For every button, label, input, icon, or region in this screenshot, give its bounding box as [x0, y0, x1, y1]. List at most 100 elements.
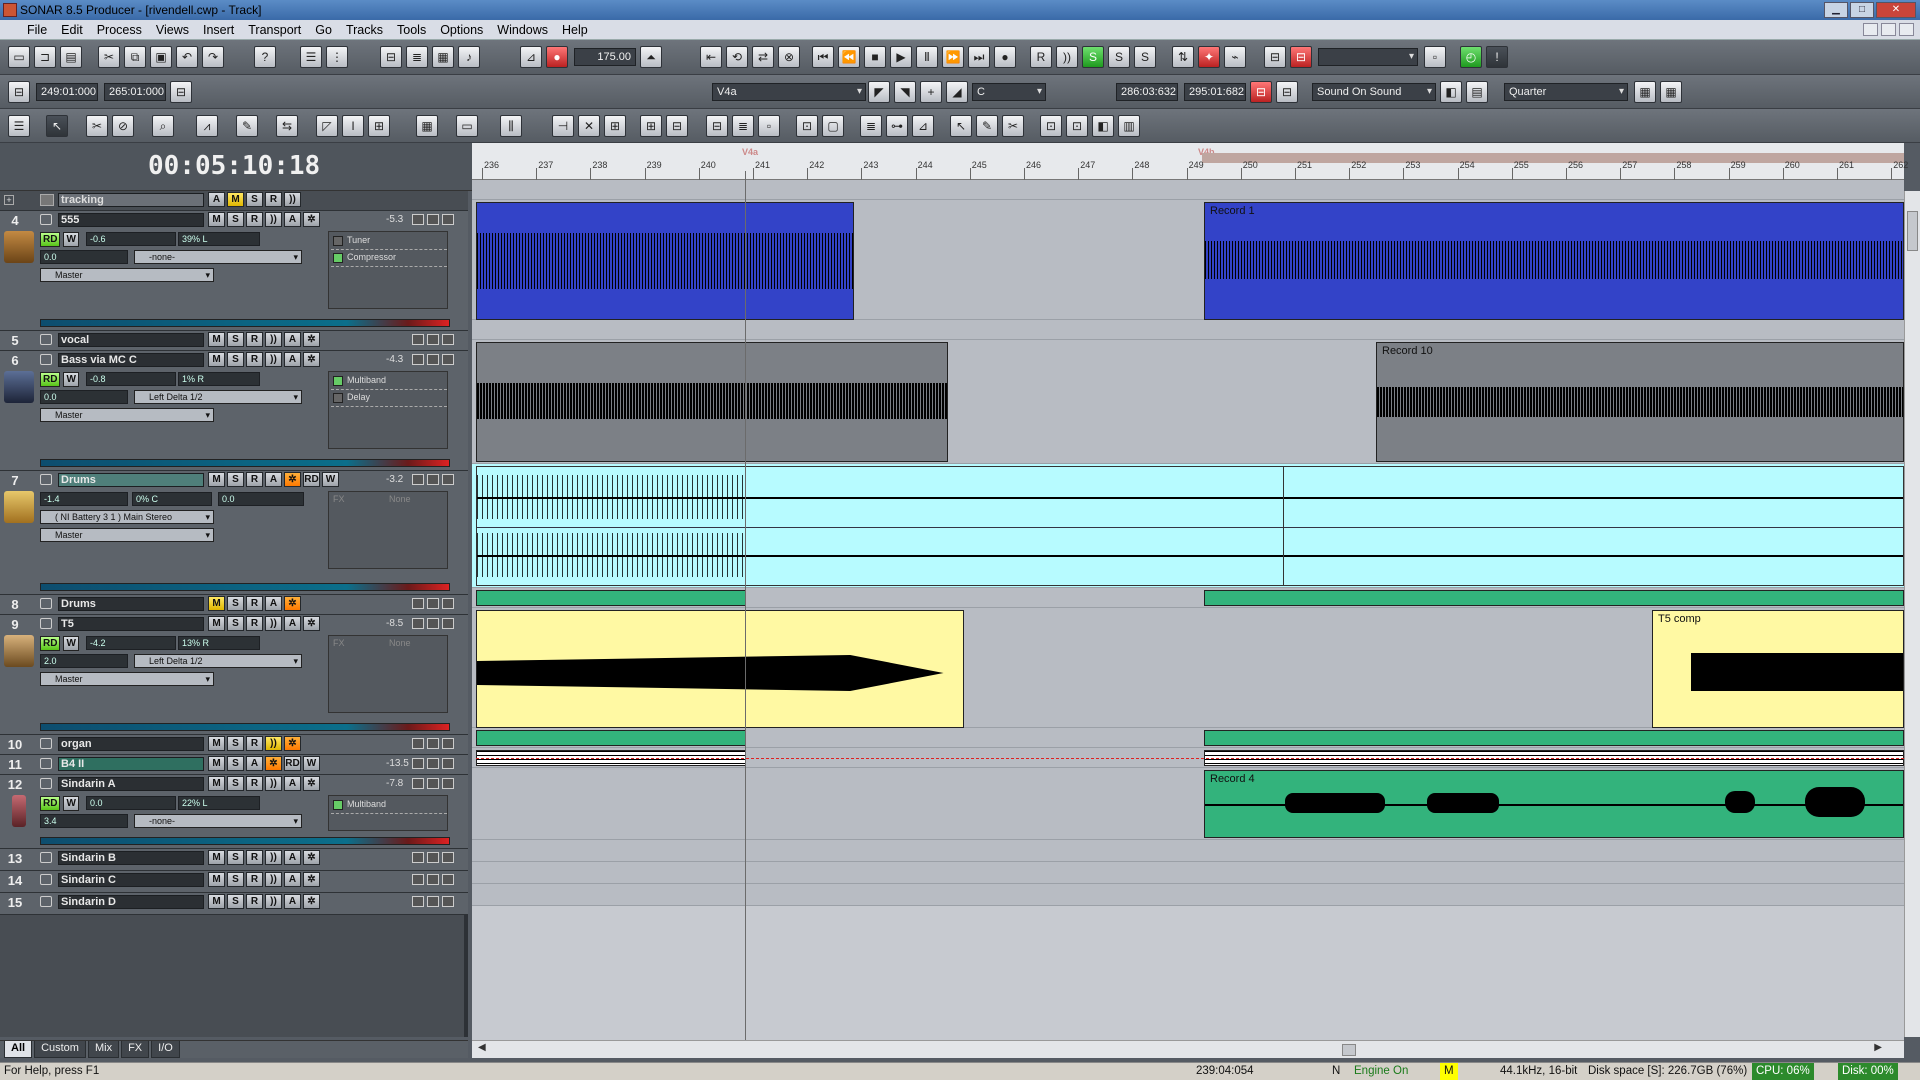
- record-button[interactable]: R: [246, 472, 263, 487]
- expand-icon[interactable]: +: [4, 195, 14, 205]
- record-options-icon[interactable]: ◧: [1440, 81, 1462, 103]
- fx-item[interactable]: Multiband: [331, 798, 447, 814]
- folder-name[interactable]: tracking: [58, 193, 204, 207]
- bus-clip[interactable]: [1204, 590, 1904, 606]
- freeze-button[interactable]: ✲: [303, 352, 320, 367]
- quantize-icon[interactable]: ⊶: [886, 115, 908, 137]
- marker-prev-icon[interactable]: ◤: [868, 81, 890, 103]
- trim-slider[interactable]: 0.0: [40, 390, 128, 404]
- audio-clip-record-4[interactable]: Record 4: [1204, 770, 1904, 838]
- minimize-track-icon[interactable]: [427, 874, 439, 885]
- tab-all[interactable]: All: [4, 1041, 33, 1058]
- pan-slider[interactable]: 0% C: [132, 492, 212, 506]
- track-9[interactable]: 9 T5 M S R)) A ✲ -8.5 RD W -4.2 13% R 2.0 Lef…: [0, 615, 468, 735]
- pencil-icon[interactable]: ✎: [976, 115, 998, 137]
- menu-windows[interactable]: Windows: [490, 23, 555, 37]
- play-icon[interactable]: ▶: [890, 46, 912, 68]
- lane-track-5[interactable]: [472, 320, 1904, 340]
- lane-track-10[interactable]: [472, 728, 1904, 748]
- audio-clip[interactable]: [1204, 730, 1904, 746]
- track-12[interactable]: 12 Sindarin A M S R)) A ✲ -7.8 RD W 0.0 22% L…: [0, 775, 468, 849]
- record-mode-dropdown[interactable]: Sound On Sound: [1312, 83, 1436, 101]
- zoom-reset-icon[interactable]: ▢: [822, 115, 844, 137]
- track-name[interactable]: Sindarin D: [58, 895, 204, 909]
- clips-pane[interactable]: V4a V4b 236 237 238 239 240 241 242 243 244 245 24…: [472, 143, 1908, 1040]
- volume-slider[interactable]: 0.0: [86, 796, 176, 810]
- vertical-scrollbar[interactable]: [1904, 191, 1920, 1037]
- new-file-icon[interactable]: ▭: [8, 46, 30, 68]
- mute-button[interactable]: M: [208, 332, 225, 347]
- grid-select-icon[interactable]: ⊞: [368, 115, 390, 137]
- bus-clip[interactable]: [476, 590, 746, 606]
- tab-custom[interactable]: Custom: [34, 1041, 86, 1058]
- marker-v4a[interactable]: V4a: [742, 147, 758, 157]
- maximize-track-icon[interactable]: [442, 778, 454, 789]
- split-tool-icon[interactable]: ✂: [86, 115, 108, 137]
- status-engine[interactable]: Engine On: [1354, 1063, 1408, 1080]
- track-view-icon[interactable]: [412, 618, 424, 629]
- preset-save-icon[interactable]: ▫: [1424, 46, 1446, 68]
- track-view-icon[interactable]: [412, 758, 424, 769]
- maximize-track-icon[interactable]: [442, 738, 454, 749]
- minimize-track-icon[interactable]: [427, 778, 439, 789]
- track-view-icon[interactable]: [412, 738, 424, 749]
- output-dropdown[interactable]: Master: [40, 528, 214, 542]
- record-button[interactable]: R: [246, 352, 263, 367]
- blank-tool-icon[interactable]: ▫: [758, 115, 780, 137]
- help-icon[interactable]: ?: [254, 46, 276, 68]
- freeze-button[interactable]: ✲: [303, 850, 320, 865]
- freeze-button[interactable]: ✲: [284, 472, 301, 487]
- crossfade-icon[interactable]: ✕: [578, 115, 600, 137]
- track-8[interactable]: 8 Drums M S R A ✲: [0, 595, 468, 615]
- audio-clip[interactable]: [476, 610, 964, 728]
- ungroup-icon[interactable]: ⊟: [666, 115, 688, 137]
- track-11[interactable]: 11 B4 II M S A ✲ RD W -13.5: [0, 755, 468, 775]
- snap-options-icon[interactable]: ▦: [1660, 81, 1682, 103]
- read-automation-button[interactable]: RD: [40, 232, 61, 247]
- read-automation-button[interactable]: RD: [303, 472, 320, 487]
- scroll-right-icon[interactable]: ▶: [1874, 1042, 1882, 1053]
- track-14[interactable]: 14 Sindarin C M S R)) A ✲: [0, 871, 468, 893]
- track-5[interactable]: 5 vocal M S R)) A ✲: [0, 331, 468, 351]
- save-file-icon[interactable]: ▤: [60, 46, 82, 68]
- alert-icon[interactable]: !: [1486, 46, 1508, 68]
- solo-button[interactable]: S: [246, 192, 263, 207]
- minimize-track-icon[interactable]: [427, 334, 439, 345]
- write-automation-button[interactable]: W: [303, 756, 320, 771]
- loop-icon[interactable]: ⟲: [726, 46, 748, 68]
- minimize-button[interactable]: ▁: [1824, 2, 1848, 18]
- freeze-button[interactable]: ✲: [265, 756, 282, 771]
- track-10[interactable]: 10 organ M S R)) ✲: [0, 735, 468, 755]
- go-to-end-icon[interactable]: ⏭: [968, 46, 990, 68]
- archive-button[interactable]: A: [284, 616, 301, 631]
- mute-tool-icon[interactable]: ⊘: [112, 115, 134, 137]
- minimize-track-icon[interactable]: [427, 618, 439, 629]
- punch-toggle-icon[interactable]: ⊟: [1250, 81, 1272, 103]
- solo-button[interactable]: S: [227, 212, 244, 227]
- mute-button[interactable]: M: [208, 352, 225, 367]
- echo-button[interactable]: )): [265, 850, 282, 865]
- tab-fx[interactable]: FX: [121, 1041, 150, 1058]
- solo-button[interactable]: S: [227, 872, 244, 887]
- empty-lane-area[interactable]: [472, 906, 1904, 1040]
- lane-track-12[interactable]: Record 4: [472, 768, 1904, 840]
- solo-button[interactable]: S: [227, 596, 244, 611]
- solo-button[interactable]: S: [227, 756, 244, 771]
- tap-tempo-icon[interactable]: ⏶: [640, 46, 662, 68]
- track-view-icon[interactable]: [412, 896, 424, 907]
- solo-defeat-icon[interactable]: S: [1134, 46, 1156, 68]
- undo-icon[interactable]: ↶: [176, 46, 198, 68]
- freeze-button[interactable]: ✲: [303, 872, 320, 887]
- input-dropdown[interactable]: Left Delta 1/2: [134, 654, 302, 668]
- track-name[interactable]: Sindarin C: [58, 873, 204, 887]
- trim-slider[interactable]: 0.0: [40, 250, 128, 264]
- rewind-icon[interactable]: ⏪: [838, 46, 860, 68]
- slip-edit-icon[interactable]: ⊞: [604, 115, 626, 137]
- echo-button[interactable]: )): [265, 332, 282, 347]
- volume-slider[interactable]: -0.8: [86, 372, 176, 386]
- fx-item[interactable]: Delay: [331, 391, 447, 407]
- open-file-icon[interactable]: ⊐: [34, 46, 56, 68]
- track-name[interactable]: Sindarin A: [58, 777, 204, 791]
- zoom-tool-icon[interactable]: ⌕: [152, 115, 174, 137]
- write-automation-button[interactable]: W: [63, 636, 79, 651]
